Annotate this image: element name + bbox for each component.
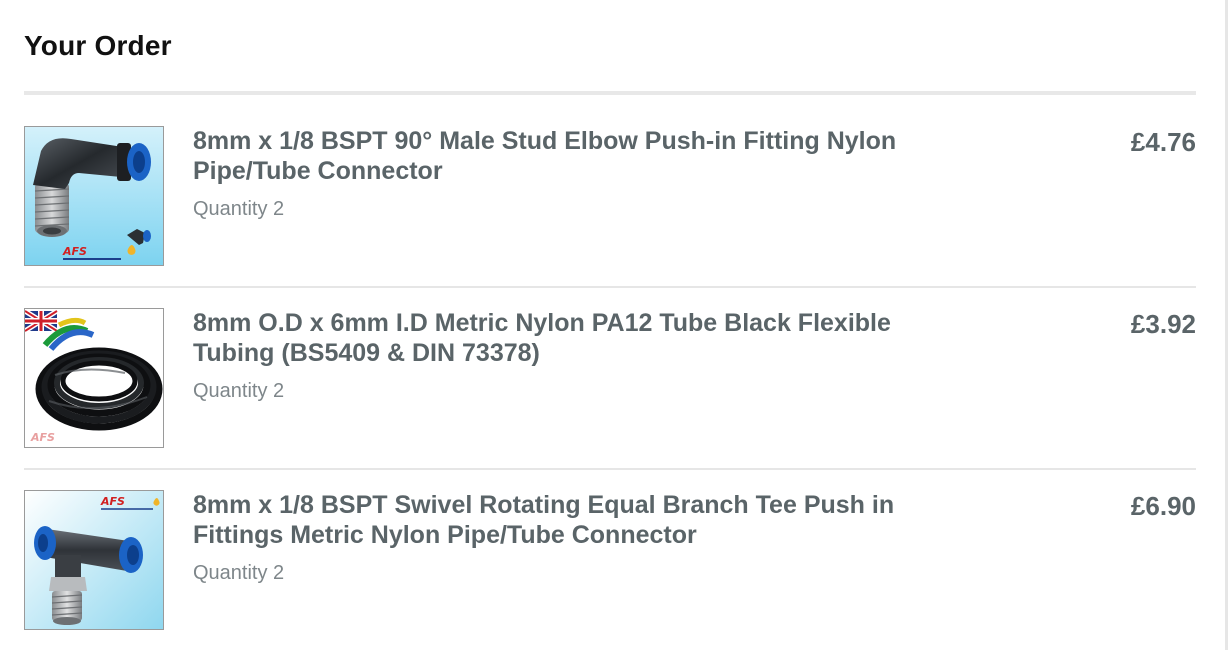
afs-logo: AFS [62, 245, 87, 258]
item-price: £6.90 [1130, 491, 1196, 521]
item-name[interactable]: 8mm x 1/8 BSPT Swivel Rotating Equal Bra… [193, 490, 953, 550]
tubing-coil-icon: AFS [25, 309, 163, 447]
order-item: AFS 8mm x 1/8 BSPT 90° Male Stud Elbow P… [24, 126, 1196, 286]
branch-tee-fitting-product-image[interactable]: AFS [24, 490, 164, 630]
header-divider [24, 91, 1196, 95]
item-name[interactable]: 8mm O.D x 6mm I.D Metric Nylon PA12 Tube… [193, 308, 953, 368]
tee-fitting-icon: AFS [25, 491, 163, 629]
uk-flag-icon [25, 309, 59, 334]
item-price: £3.92 [1130, 309, 1196, 339]
item-name[interactable]: 8mm x 1/8 BSPT 90° Male Stud Elbow Push-… [193, 126, 953, 186]
item-price: £4.76 [1130, 127, 1196, 157]
afs-watermark: AFS [30, 431, 55, 444]
afs-logo: AFS [100, 495, 125, 508]
item-quantity: Quantity 2 [193, 198, 285, 220]
elbow-fitting-product-image[interactable]: AFS [24, 126, 164, 266]
elbow-fitting-icon: AFS [25, 127, 163, 265]
order-item: AFS 8mm O.D x 6mm I.D Metric Nylon PA12 … [24, 308, 1196, 468]
page-title: Your Order [24, 30, 172, 61]
item-quantity: Quantity 2 [193, 562, 285, 584]
item-divider [24, 286, 1196, 288]
item-divider [24, 468, 1196, 470]
item-quantity: Quantity 2 [193, 380, 285, 402]
order-item: AFS 8mm x 1/8 BSPT Swivel Rotating Equal… [24, 490, 1196, 650]
nylon-tubing-coil-product-image[interactable]: AFS [24, 308, 164, 448]
